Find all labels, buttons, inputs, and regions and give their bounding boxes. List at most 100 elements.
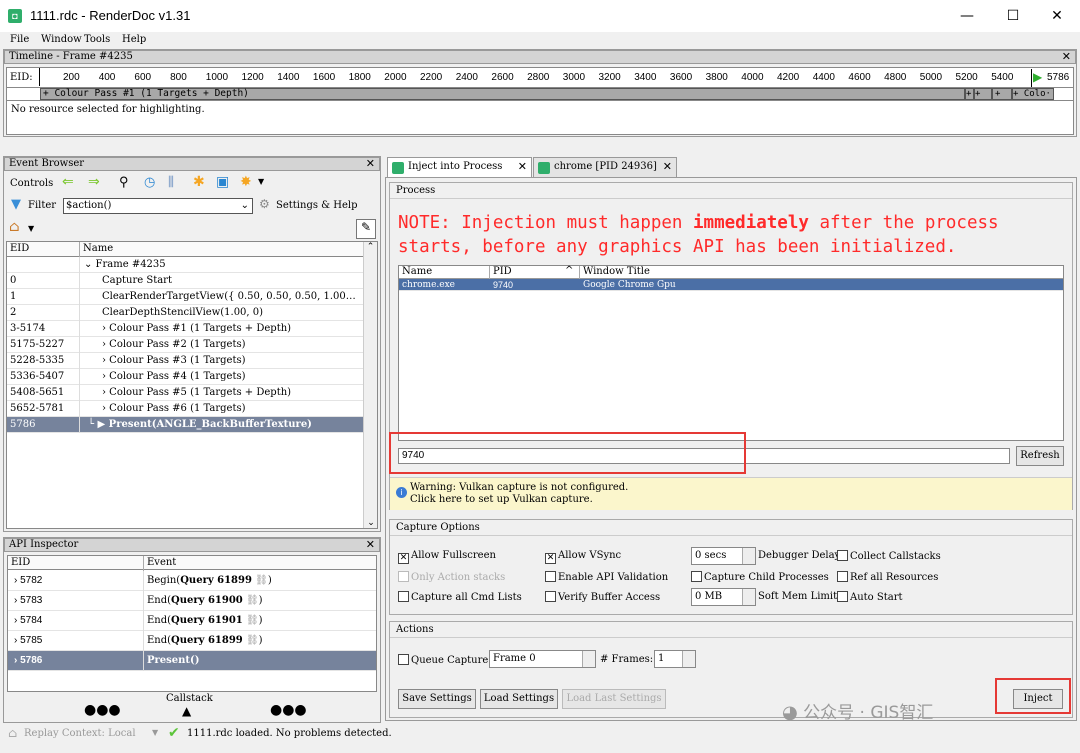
- chevron-down-icon[interactable]: ⌄: [241, 199, 249, 213]
- event-name: › Colour Pass #6 (1 Targets): [79, 401, 363, 417]
- ref-all-resources-checkbox[interactable]: Ref all Resources: [837, 571, 938, 583]
- close-icon[interactable]: ✕: [366, 158, 375, 170]
- allow-fullscreen-checkbox[interactable]: ✕ Allow Fullscreen: [398, 550, 496, 564]
- vulkan-warning[interactable]: i Warning: Vulkan capture is not configu…: [390, 477, 1072, 510]
- scroll-up-icon[interactable]: ⌃: [364, 242, 377, 252]
- collect-callstacks-checkbox[interactable]: Collect Callstacks: [837, 550, 941, 562]
- api-row[interactable]: › 5785 End(Query 61899 ⛓): [8, 631, 376, 651]
- event-row[interactable]: 2 ClearDepthStencilView(1.00, 0): [7, 305, 363, 321]
- replay-context[interactable]: Replay Context: Local: [24, 728, 136, 739]
- event-row[interactable]: 5408-5651 › Colour Pass #5 (1 Targets + D…: [7, 385, 363, 401]
- event-row[interactable]: 5786 └ ▶ Present(ANGLE_BackBufferTexture): [7, 417, 363, 433]
- asterisk-icon[interactable]: ✱: [193, 174, 205, 190]
- scroll-down-icon[interactable]: ⌄: [364, 518, 378, 528]
- watermark: ◕ 公众号 · GIS智汇: [782, 702, 934, 723]
- column-eid[interactable]: EID: [10, 242, 29, 258]
- column-eid[interactable]: EID: [11, 556, 30, 572]
- forward-arrow-icon[interactable]: ⇒: [88, 174, 100, 190]
- settings-help-button[interactable]: Settings & Help: [276, 200, 357, 211]
- menu-tools[interactable]: Tools: [84, 34, 110, 45]
- load-last-settings-button[interactable]: Load Last Settings: [562, 689, 666, 709]
- tab-inject-into-process[interactable]: Inject into Process ✕: [387, 157, 532, 177]
- binoculars-icon[interactable]: ⚲: [119, 175, 129, 190]
- menu-window[interactable]: Window: [41, 34, 82, 45]
- callstack-label[interactable]: Callstack: [166, 693, 213, 704]
- queue-frame-spinbox[interactable]: Frame 0: [489, 650, 596, 668]
- expand-chevron-icon[interactable]: › 5786: [14, 651, 42, 671]
- api-row[interactable]: › 5782 Begin(Query 61899 ⛓): [8, 571, 376, 591]
- close-tab-icon[interactable]: ✕: [663, 160, 672, 173]
- only-action-stacks-checkbox[interactable]: Only Action stacks: [398, 571, 505, 583]
- event-list-scrollbar[interactable]: ⌃ ⌄: [363, 242, 377, 528]
- timeline-section[interactable]: +: [992, 88, 1012, 100]
- event-row[interactable]: 0 Capture Start: [7, 273, 363, 289]
- refresh-button[interactable]: Refresh: [1016, 446, 1064, 466]
- expand-chevron-icon[interactable]: › 5782: [14, 571, 42, 591]
- maximize-button[interactable]: ☐: [990, 0, 1036, 32]
- api-row[interactable]: › 5783 End(Query 61900 ⛓): [8, 591, 376, 611]
- tab-chrome[interactable]: chrome [PID 24936] ✕: [533, 157, 677, 177]
- event-eid: 5652-5781: [10, 403, 65, 414]
- process-row[interactable]: chrome.exe 9740 Google Chrome Gpu: [399, 279, 1063, 291]
- back-arrow-icon[interactable]: ⇐: [62, 174, 74, 190]
- home-icon[interactable]: ⌂: [9, 219, 20, 235]
- load-settings-button[interactable]: Load Settings: [480, 689, 558, 709]
- timeline-canvas[interactable]: EID: 200 400 600 800 1000 1200 1400 1600 1800 200…: [6, 67, 1074, 135]
- more-dots-icon[interactable]: ●●●: [270, 702, 307, 718]
- api-row[interactable]: › 5786 Present(): [8, 651, 376, 671]
- close-icon[interactable]: ✕: [366, 539, 375, 551]
- event-row[interactable]: 5652-5781 › Colour Pass #6 (1 Targets): [7, 401, 363, 417]
- timeline-section[interactable]: +: [965, 88, 974, 100]
- event-row[interactable]: 1 ClearRenderTargetView({ 0.50, 0.50, 0.5…: [7, 289, 363, 305]
- event-list-header: EID Name: [7, 242, 363, 258]
- bookmark-bars-icon[interactable]: ⫼: [168, 175, 174, 190]
- dropdown-arrow-icon[interactable]: ▼: [152, 728, 158, 737]
- filter-input[interactable]: $action() ⌄: [63, 198, 253, 214]
- column-name[interactable]: Name: [79, 242, 113, 258]
- enable-api-validation-checkbox[interactable]: Enable API Validation: [545, 571, 668, 583]
- expand-chevron-icon[interactable]: › 5785: [14, 631, 42, 651]
- timeline-section-tail[interactable]: + Colo···: [1012, 88, 1054, 100]
- notes-edit-icon[interactable]: ✎: [356, 219, 376, 239]
- queue-capture-checkbox[interactable]: Queue Capture: [398, 654, 488, 666]
- allow-vsync-checkbox[interactable]: ✕ Allow VSync: [545, 550, 621, 564]
- more-dots-icon[interactable]: ●●●: [84, 702, 121, 718]
- soft-mem-limit-spinbox[interactable]: 0 MB: [691, 588, 756, 606]
- check-icon: ✔: [168, 725, 180, 741]
- gear-icon[interactable]: ⚙: [259, 197, 270, 211]
- auto-start-checkbox[interactable]: Auto Start: [837, 591, 903, 603]
- dropdown-arrow-icon[interactable]: ▼: [258, 177, 264, 186]
- debugger-delay-spinbox[interactable]: 0 secs: [691, 547, 756, 565]
- event-row[interactable]: 5336-5407 › Colour Pass #4 (1 Targets): [7, 369, 363, 385]
- close-icon[interactable]: ✕: [1062, 51, 1071, 63]
- expand-chevron-icon[interactable]: › 5783: [14, 591, 42, 611]
- tab-label: chrome [PID 24936]: [554, 161, 657, 172]
- timeline-tick: 4000: [741, 72, 764, 83]
- api-row[interactable]: › 5784 End(Query 61901 ⛓): [8, 611, 376, 631]
- frames-spinbox[interactable]: 1: [654, 650, 696, 668]
- expand-up-icon[interactable]: ▲: [182, 704, 191, 718]
- capture-child-processes-checkbox[interactable]: Capture Child Processes: [691, 571, 829, 583]
- column-event[interactable]: Event: [143, 556, 176, 572]
- save-settings-button[interactable]: Save Settings: [398, 689, 476, 709]
- minimize-button[interactable]: —: [944, 0, 990, 32]
- event-row[interactable]: 3-5174 › Colour Pass #1 (1 Targets + Dept…: [7, 321, 363, 337]
- capture-all-cmd-lists-checkbox[interactable]: Capture all Cmd Lists: [398, 591, 522, 603]
- event-row[interactable]: 5228-5335 › Colour Pass #3 (1 Targets): [7, 353, 363, 369]
- timeline-end-marker: [1031, 69, 1032, 87]
- vulkan-setup-link[interactable]: Click here to set up Vulkan capture.: [410, 494, 593, 505]
- event-row[interactable]: ⌄ Frame #4235: [7, 257, 363, 273]
- close-button[interactable]: ✕: [1034, 0, 1080, 32]
- timeline-section-colour-pass-1[interactable]: + Colour Pass #1 (1 Targets + Depth): [40, 88, 965, 100]
- close-tab-icon[interactable]: ✕: [518, 160, 527, 173]
- verify-buffer-access-checkbox[interactable]: Verify Buffer Access: [545, 591, 660, 603]
- timeline-section[interactable]: +: [974, 88, 992, 100]
- event-row[interactable]: 5175-5227 › Colour Pass #2 (1 Targets): [7, 337, 363, 353]
- clock-icon[interactable]: ◷: [144, 175, 155, 190]
- menu-file[interactable]: File: [10, 34, 29, 45]
- menu-help[interactable]: Help: [122, 34, 146, 45]
- dropdown-arrow-icon[interactable]: ▼: [28, 224, 34, 233]
- expand-chevron-icon[interactable]: › 5784: [14, 611, 42, 631]
- save-icon[interactable]: ▣: [216, 174, 229, 190]
- puzzle-icon[interactable]: ✸: [240, 174, 252, 190]
